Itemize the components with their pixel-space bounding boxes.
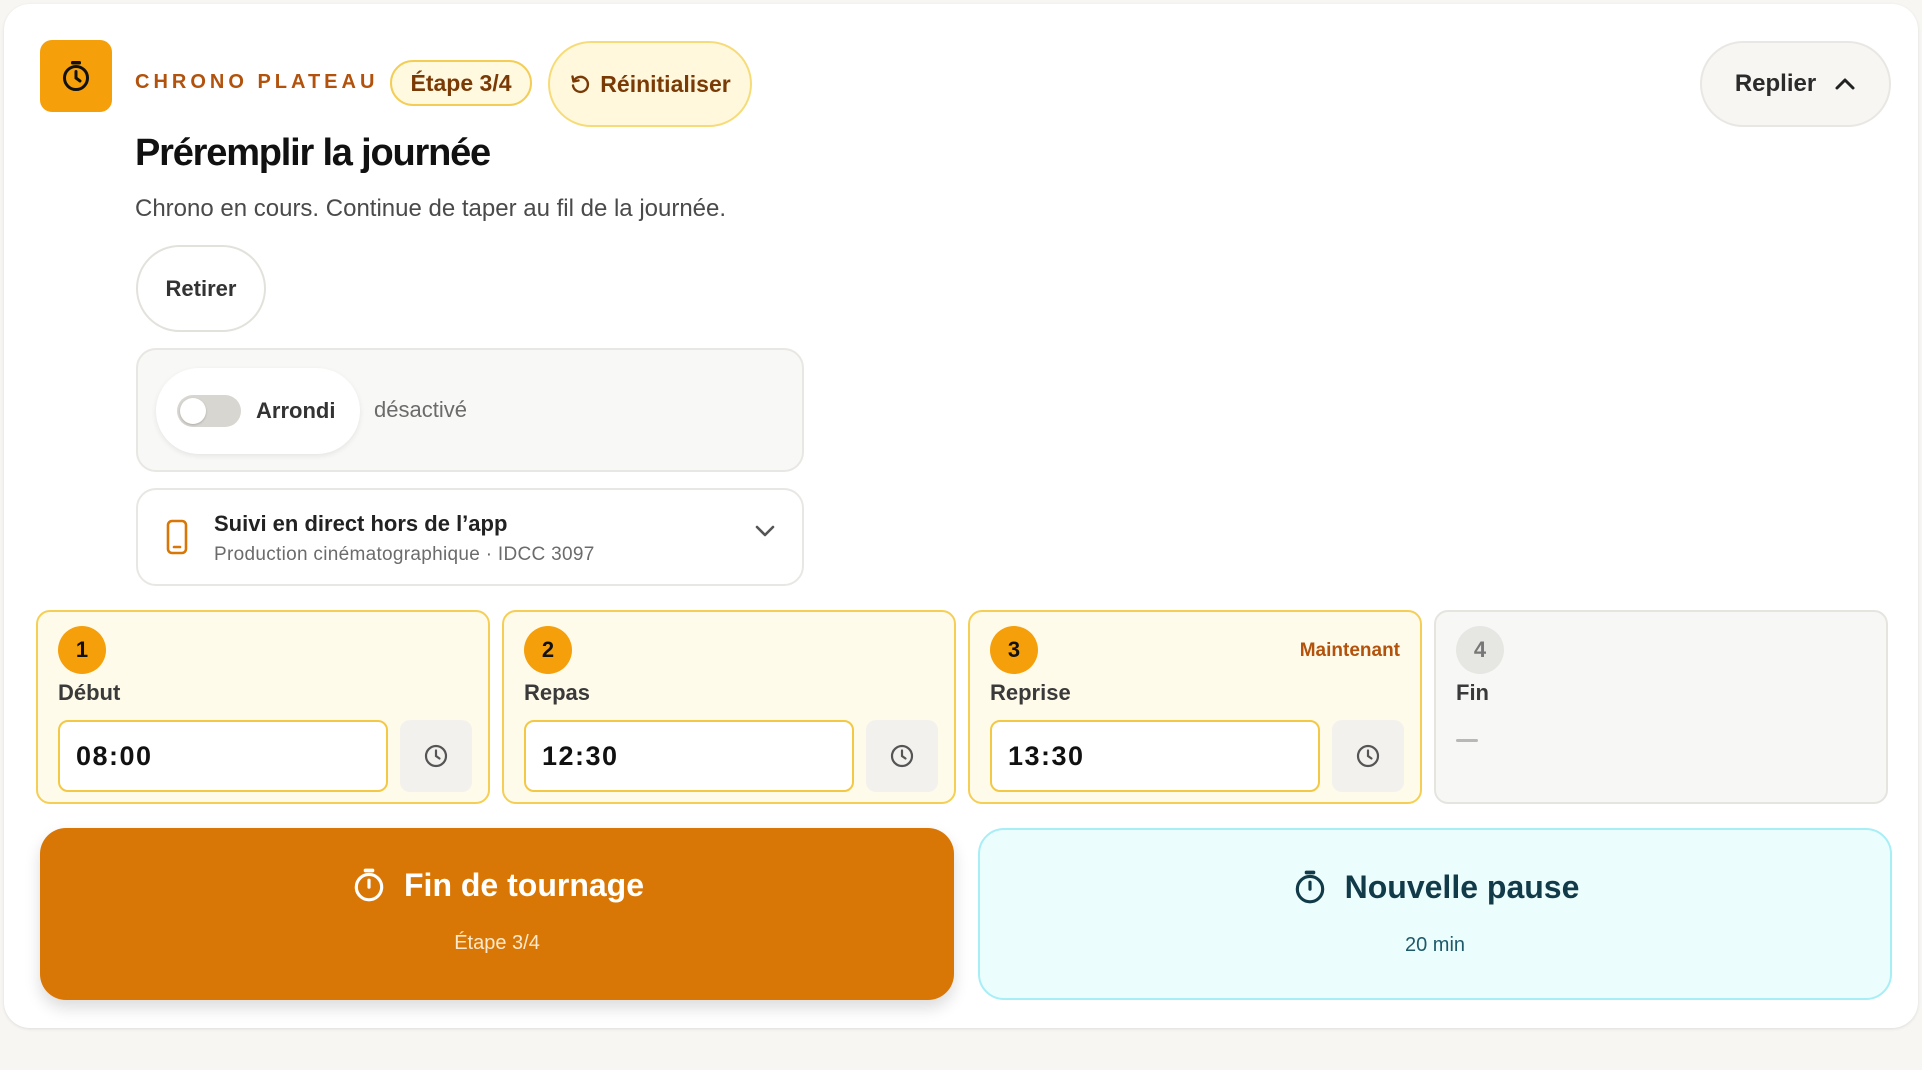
step-number: 2 bbox=[524, 626, 572, 674]
step-number: 4 bbox=[1456, 626, 1504, 674]
collapse-button[interactable]: Replier bbox=[1700, 41, 1891, 127]
chevron-down-icon[interactable] bbox=[754, 524, 776, 538]
end-shoot-sub: Étape 3/4 bbox=[454, 932, 540, 954]
step-label: Repas bbox=[524, 680, 591, 705]
clock-button[interactable] bbox=[866, 720, 938, 792]
switch-knob bbox=[180, 398, 206, 424]
clock-button[interactable] bbox=[1332, 720, 1404, 792]
step-card-reprise: 3 Maintenant Reprise 13:30 bbox=[968, 610, 1422, 804]
step-card-debut: 1 Début 08:00 bbox=[36, 610, 490, 804]
stopwatch-icon bbox=[40, 40, 112, 112]
step-label: Fin bbox=[1456, 680, 1489, 705]
page-subtitle: Chrono en cours. Continue de taper au fi… bbox=[135, 195, 727, 222]
stopwatch-icon bbox=[354, 868, 384, 902]
new-pause-sub: 20 min bbox=[1404, 934, 1466, 956]
chevron-up-icon bbox=[1835, 78, 1855, 90]
time-input-repas[interactable]: 12:30 bbox=[524, 720, 854, 792]
end-shoot-label: Fin de tournage bbox=[404, 866, 644, 903]
time-input-reprise[interactable]: 13:30 bbox=[990, 720, 1320, 792]
step-card-repas: 2 Repas 12:30 bbox=[502, 610, 956, 804]
step-label: Reprise bbox=[990, 680, 1071, 705]
reset-label: Réinitialiser bbox=[600, 70, 731, 97]
app-eyebrow: CHRONO PLATEAU bbox=[135, 71, 379, 93]
step-label: Début bbox=[58, 680, 121, 705]
rounding-toggle[interactable]: Arrondi bbox=[156, 368, 360, 454]
rounding-panel: Arrondi désactivé bbox=[136, 348, 804, 472]
rounding-label: Arrondi bbox=[256, 398, 336, 423]
new-pause-label: Nouvelle pause bbox=[1344, 868, 1580, 905]
new-pause-button[interactable]: Nouvelle pause 20 min bbox=[978, 828, 1892, 1000]
refresh-icon bbox=[571, 75, 590, 94]
rounding-switch[interactable] bbox=[177, 395, 241, 427]
step-badge: Étape 3/4 bbox=[390, 60, 532, 106]
step-number: 3 bbox=[990, 626, 1038, 674]
empty-value-dash bbox=[1456, 739, 1478, 742]
step-number: 1 bbox=[58, 626, 106, 674]
clock-icon bbox=[890, 744, 914, 768]
current-step-badge: Maintenant bbox=[1299, 640, 1400, 661]
live-tracking-subtitle: Production cinématographique · IDCC 3097 bbox=[214, 544, 595, 565]
page-title: Préremplir la journée bbox=[135, 132, 491, 174]
stopwatch-icon bbox=[1295, 870, 1324, 904]
time-input-debut[interactable]: 08:00 bbox=[58, 720, 388, 792]
clock-button[interactable] bbox=[400, 720, 472, 792]
clock-icon bbox=[1356, 744, 1380, 768]
rounding-state: désactivé bbox=[374, 397, 467, 422]
phone-icon bbox=[166, 519, 188, 555]
chrono-card: CHRONO PLATEAU Étape 3/4 Réinitialiser R… bbox=[4, 4, 1918, 1028]
collapse-label: Replier bbox=[1734, 70, 1817, 97]
end-shoot-button[interactable]: Fin de tournage Étape 3/4 bbox=[40, 828, 954, 1000]
live-tracking-title: Suivi en direct hors de l’app bbox=[214, 511, 508, 536]
step-card-fin: 4 Fin bbox=[1434, 610, 1888, 804]
clock-icon bbox=[424, 744, 448, 768]
reset-button[interactable]: Réinitialiser bbox=[548, 41, 752, 127]
live-tracking-panel[interactable]: Suivi en direct hors de l’app Production… bbox=[136, 488, 804, 586]
remove-button[interactable]: Retirer bbox=[136, 245, 266, 332]
